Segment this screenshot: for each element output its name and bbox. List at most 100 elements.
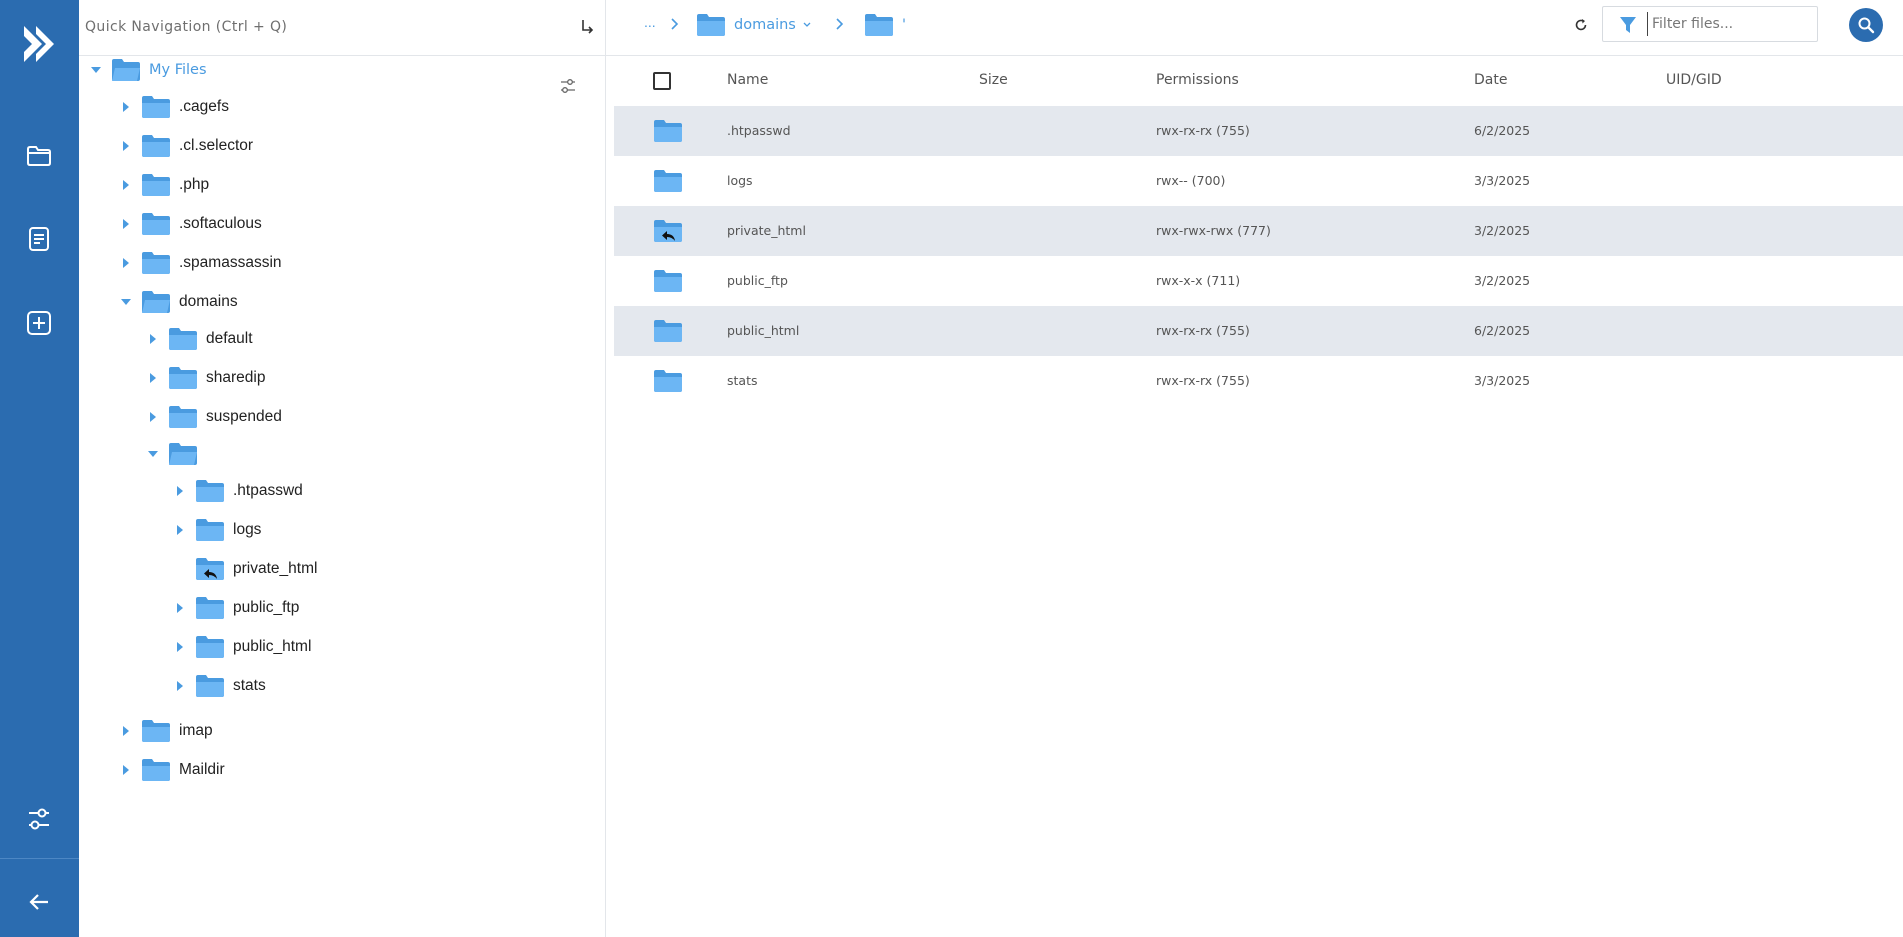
caret-right-icon[interactable] <box>119 178 133 192</box>
tree-node[interactable]: Maildir <box>119 754 225 786</box>
cell-permissions: rwx-x-x (711) <box>1156 273 1241 288</box>
table-row[interactable]: .htpasswd rwx-rx-rx (755) 6/2/2025 <box>614 106 1903 156</box>
tree-node[interactable]: imap <box>119 715 213 747</box>
breadcrumb-ellipsis[interactable]: ... <box>644 14 656 30</box>
tree-node[interactable]: private_html <box>173 553 317 585</box>
select-all-checkbox[interactable] <box>653 72 671 90</box>
breadcrumb-current[interactable]: ' <box>864 10 906 40</box>
tree-node-toggle[interactable] <box>119 295 133 309</box>
tree-node[interactable]: default <box>146 323 253 355</box>
quick-navigation-input[interactable] <box>85 12 545 42</box>
column-uid-gid[interactable]: UID/GID <box>1666 72 1722 88</box>
filter-files-input[interactable] <box>1647 12 1807 36</box>
caret-right-icon[interactable] <box>173 601 187 615</box>
caret-right-icon[interactable] <box>173 679 187 693</box>
tree-node-toggle[interactable] <box>146 332 160 346</box>
tree-node-toggle[interactable] <box>119 256 133 270</box>
cell-date: 3/3/2025 <box>1474 373 1531 388</box>
tree-node[interactable]: public_html <box>173 631 311 663</box>
tree-options-icon[interactable] <box>560 78 576 94</box>
tree-node-toggle[interactable] <box>173 601 187 615</box>
folder-icon <box>27 146 51 166</box>
chevron-right-icon <box>671 18 679 30</box>
tree-node-toggle[interactable] <box>146 410 160 424</box>
tree-node-toggle[interactable] <box>173 679 187 693</box>
tree-node-toggle[interactable] <box>173 484 187 498</box>
logo-icon[interactable] <box>20 24 58 64</box>
tree-node[interactable]: domains <box>119 286 238 318</box>
tree-node[interactable]: .cl.selector <box>119 130 253 162</box>
refresh-button[interactable] <box>1570 14 1592 36</box>
caret-down-icon[interactable] <box>146 447 160 461</box>
tree-node-label: Maildir <box>179 761 225 778</box>
table-row[interactable]: public_html rwx-rx-rx (755) 6/2/2025 <box>614 306 1903 356</box>
tree-node-toggle[interactable] <box>173 640 187 654</box>
column-size[interactable]: Size <box>979 72 1008 88</box>
tree-node[interactable] <box>146 438 206 470</box>
caret-right-icon[interactable] <box>119 139 133 153</box>
table-row[interactable]: logs rwx-- (700) 3/3/2025 <box>614 156 1903 206</box>
refresh-icon <box>1575 19 1587 31</box>
caret-right-icon[interactable] <box>119 217 133 231</box>
rail-back-button[interactable] <box>23 886 55 918</box>
caret-right-icon[interactable] <box>119 763 133 777</box>
caret-down-icon[interactable] <box>119 295 133 309</box>
rail-files-button[interactable] <box>23 140 55 172</box>
breadcrumb-domains[interactable]: domains <box>696 10 814 40</box>
folder-icon <box>654 170 682 192</box>
tree-node-label: public_ftp <box>233 599 300 616</box>
caret-right-icon[interactable] <box>146 371 160 385</box>
settings-sliders-icon <box>29 808 49 830</box>
search-button[interactable] <box>1849 8 1883 42</box>
tree-node-toggle[interactable] <box>89 63 103 77</box>
tree-node-toggle[interactable] <box>146 371 160 385</box>
tree-node[interactable]: public_ftp <box>173 592 299 624</box>
tree-node-toggle[interactable] <box>146 447 160 461</box>
folder-open-icon <box>169 443 197 465</box>
column-date[interactable]: Date <box>1474 72 1507 88</box>
caret-right-icon[interactable] <box>173 640 187 654</box>
column-name[interactable]: Name <box>727 72 768 88</box>
tree-node[interactable]: suspended <box>146 401 282 433</box>
tree-node-toggle[interactable] <box>119 724 133 738</box>
table-row[interactable]: stats rwx-rx-rx (755) 3/3/2025 <box>614 356 1903 406</box>
folder-icon <box>697 14 725 36</box>
tree-node[interactable]: .cagefs <box>119 91 229 123</box>
column-permissions[interactable]: Permissions <box>1156 72 1239 88</box>
caret-right-icon[interactable] <box>146 410 160 424</box>
caret-right-icon[interactable] <box>146 332 160 346</box>
table-row[interactable]: private_html rwx-rwx-rwx (777) 3/2/2025 <box>614 206 1903 256</box>
tree-node-label: stats <box>233 677 266 694</box>
tree-node-toggle[interactable] <box>119 217 133 231</box>
tree-node[interactable]: logs <box>173 514 261 546</box>
tree-node[interactable]: stats <box>173 670 266 702</box>
tree-node[interactable]: .htpasswd <box>173 475 303 507</box>
tree-node-toggle[interactable] <box>119 100 133 114</box>
folder-tree-panel: My Files .cagefs .cl.selector .php .softacul… <box>79 0 606 937</box>
tree-node[interactable]: sharedip <box>146 362 265 394</box>
tree-node[interactable]: .spamassassin <box>119 247 282 279</box>
rail-documents-button[interactable] <box>23 223 55 255</box>
tree-node-toggle[interactable] <box>173 523 187 537</box>
table-row[interactable]: public_ftp rwx-x-x (711) 3/2/2025 <box>614 256 1903 306</box>
folder-icon <box>654 370 682 392</box>
tree-node[interactable]: .php <box>119 169 209 201</box>
tree-node-label: .softaculous <box>179 215 262 232</box>
rail-settings-button[interactable] <box>23 803 55 835</box>
folder-icon <box>865 14 893 36</box>
tree-root-my-files[interactable]: My Files <box>89 54 207 86</box>
tree-node-toggle[interactable] <box>119 763 133 777</box>
quick-navigation-go-button[interactable] <box>576 16 598 38</box>
tree-node[interactable]: .softaculous <box>119 208 262 240</box>
caret-right-icon[interactable] <box>173 523 187 537</box>
tree-node-label: imap <box>179 722 213 739</box>
caret-right-icon[interactable] <box>119 100 133 114</box>
tree-node-toggle[interactable] <box>119 178 133 192</box>
caret-down-icon[interactable] <box>89 63 103 77</box>
caret-right-icon[interactable] <box>173 484 187 498</box>
caret-right-icon[interactable] <box>119 724 133 738</box>
filter-funnel-icon <box>1620 17 1636 33</box>
caret-right-icon[interactable] <box>119 256 133 270</box>
rail-create-button[interactable] <box>23 307 55 339</box>
tree-node-toggle[interactable] <box>119 139 133 153</box>
